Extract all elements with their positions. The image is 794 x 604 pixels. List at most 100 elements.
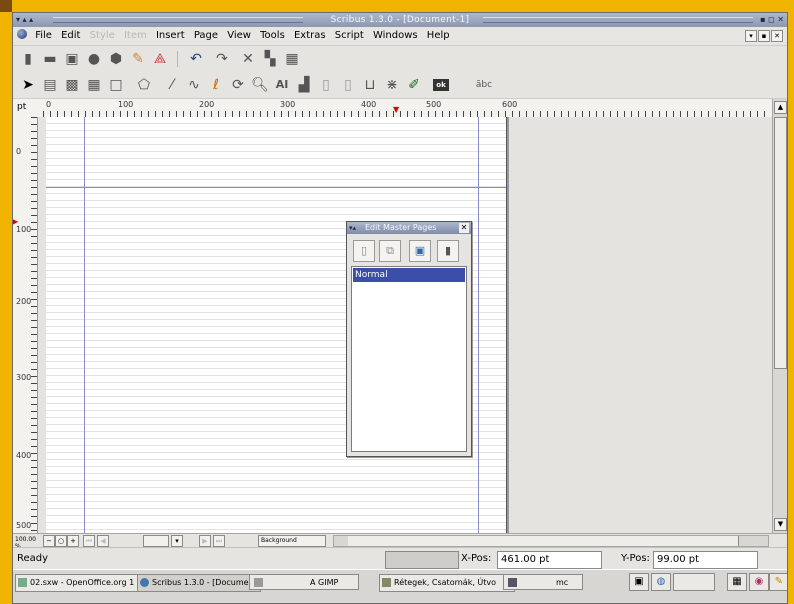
new-master-page-button[interactable]: ▯ (353, 240, 375, 262)
save-icon[interactable]: ▣ (63, 50, 81, 68)
menu-file[interactable]: File (32, 27, 55, 45)
bezier-icon[interactable]: ∿ (185, 76, 203, 94)
new-document-icon[interactable]: ▮ (19, 50, 37, 68)
palette-close-button[interactable]: ✕ (459, 223, 469, 233)
horizontal-ruler[interactable]: pt 0 100 200 300 400 500 600 ▼ (13, 99, 787, 118)
title-bar[interactable]: ▾ ▴ ▴ Scribus 1.3.0 - [Document-1] ▪ ◻ ✕ (13, 13, 787, 28)
pdf-tools-icon[interactable]: ok (433, 79, 449, 91)
desktop-icon[interactable]: ▦ (727, 573, 747, 591)
previous-page-icon[interactable]: ◀ (97, 535, 109, 547)
copy-properties-icon[interactable]: ⋇ (383, 76, 401, 94)
pdf-export-icon[interactable]: ⟁ (151, 50, 169, 68)
print-icon[interactable]: ⬢ (107, 50, 125, 68)
mdi-restore-button[interactable]: ▪ (758, 30, 770, 42)
duplicate-master-page-button[interactable]: ⧉ (379, 240, 401, 262)
menu-bar: File Edit Style Item Insert Page View To… (13, 27, 787, 46)
redo-icon[interactable]: ↷ (213, 50, 231, 68)
text-frame-icon[interactable]: ▤ (41, 76, 59, 94)
task-openoffice[interactable]: 02.sxw - OpenOffice.org 1 (15, 574, 149, 592)
pager-desktops[interactable] (673, 573, 715, 591)
menu-extras[interactable]: Extras (291, 27, 329, 45)
menu-insert[interactable]: Insert (153, 27, 188, 45)
edit-text-icon[interactable]: ▟ (295, 76, 313, 94)
menu-edit[interactable]: Edit (58, 27, 83, 45)
palette-controls[interactable]: ▾▴ (349, 222, 356, 234)
import-master-page-button[interactable]: ▣ (409, 240, 431, 262)
zoom-in-icon[interactable]: + (67, 535, 79, 547)
zoom-out-icon[interactable]: − (43, 535, 55, 547)
master-pages-list[interactable]: Normal (351, 266, 467, 452)
first-page-icon[interactable]: ⏮ (83, 535, 95, 547)
gimp-layers-icon (382, 578, 391, 587)
table-icon[interactable]: ▦ (85, 76, 103, 94)
shape-icon[interactable]: □ (107, 76, 125, 94)
link-frames-icon[interactable]: ▯ (317, 76, 335, 94)
ruler-label: 100 (118, 100, 134, 109)
window-controls[interactable]: ▪ ◻ ✕ (760, 14, 784, 25)
delete-master-page-button[interactable]: ▮ (437, 240, 459, 262)
edit-contents-icon[interactable]: AI (273, 76, 291, 94)
ruler-unit-label[interactable]: pt (17, 102, 26, 112)
copy-icon[interactable]: ▚ (261, 50, 279, 68)
menu-style[interactable]: Style (87, 27, 118, 45)
open-icon[interactable]: ▬ (41, 50, 59, 68)
mdi-minimize-button[interactable]: ▾ (745, 30, 757, 42)
eyedropper-icon[interactable]: ✐ (405, 76, 423, 94)
mdi-close-button[interactable]: ✕ (771, 30, 783, 42)
cut-icon[interactable]: ✕ (239, 50, 257, 68)
zoom-icon[interactable]: 🔍︎ (251, 76, 269, 94)
menu-page[interactable]: Page (191, 27, 221, 45)
list-item[interactable]: Normal (353, 268, 465, 282)
vertical-scroll-thumb[interactable] (774, 117, 787, 369)
view-controls-bar: 100.00 % − ○ + ⏮ ◀ ▾ ▶ ⏭ Background (13, 533, 787, 550)
close-document-icon[interactable]: ● (85, 50, 103, 68)
menu-windows[interactable]: Windows (370, 27, 421, 45)
last-page-icon[interactable]: ⏭ (213, 535, 225, 547)
vertical-scrollbar[interactable]: ▲ ▼ (772, 99, 787, 533)
terminal-icon (508, 578, 517, 587)
freehand-icon[interactable]: ℓ (207, 76, 225, 94)
pdf-annotations-icon[interactable]: ãbc (465, 76, 503, 94)
horizontal-scroll-thumb[interactable] (348, 536, 739, 546)
status-bar: Ready X-Pos: 461.00 pt Y-Pos: 99.00 pt (13, 547, 787, 570)
vertical-ruler[interactable]: 0 100 200 300 400 500 ▶ (13, 117, 38, 533)
menu-tools[interactable]: Tools (257, 27, 288, 45)
menu-help[interactable]: Help (424, 27, 453, 45)
pager-icon[interactable]: ▣ (629, 573, 649, 591)
scroll-down-arrow[interactable]: ▼ (774, 518, 787, 531)
app-launcher-icon[interactable]: ✎ (769, 573, 787, 591)
menu-script[interactable]: Script (332, 27, 367, 45)
line-icon[interactable]: ⁄ (163, 76, 181, 94)
right-margin-guide (478, 117, 479, 533)
next-page-icon[interactable]: ▶ (199, 535, 211, 547)
menu-item[interactable]: Item (121, 27, 150, 45)
app-icon (17, 29, 27, 39)
task-scribus[interactable]: Scribus 1.3.0 - [Document (137, 574, 261, 592)
page-select[interactable] (143, 535, 169, 547)
paste-icon[interactable]: ▦ (283, 50, 301, 68)
ruler-label: 200 (199, 100, 215, 109)
toolbar-separator (177, 51, 178, 67)
ruler-label: 200 (16, 297, 32, 306)
menu-view[interactable]: View (224, 27, 254, 45)
zoom-reset-icon[interactable]: ○ (55, 535, 67, 547)
unlink-frames-icon[interactable]: ▯ (339, 76, 357, 94)
palette-title: Edit Master Pages (365, 223, 437, 232)
network-icon[interactable]: ◍ (651, 573, 671, 591)
scroll-up-arrow[interactable]: ▲ (774, 101, 787, 114)
polygon-icon[interactable]: ⬠ (135, 76, 153, 94)
select-icon[interactable]: ➤ (19, 76, 37, 94)
horizontal-scrollbar[interactable] (333, 535, 769, 547)
preflight-icon[interactable]: ✎ (129, 50, 147, 68)
task-gimp[interactable]: A GIMP (249, 574, 359, 590)
task-mc[interactable]: mc (503, 574, 583, 590)
browser-icon[interactable]: ◉ (749, 573, 769, 591)
palette-title-bar[interactable]: ▾▴ Edit Master Pages ✕ (347, 222, 471, 234)
layer-select[interactable]: Background (258, 535, 326, 547)
rotate-icon[interactable]: ⟳ (229, 76, 247, 94)
image-frame-icon[interactable]: ▩ (63, 76, 81, 94)
task-layers[interactable]: Rétegek, Csatornák, Útvo (379, 574, 515, 592)
page-select-dropdown-icon[interactable]: ▾ (171, 535, 183, 547)
measure-icon[interactable]: ⊔ (361, 76, 379, 94)
undo-icon[interactable]: ↶ (187, 50, 205, 68)
